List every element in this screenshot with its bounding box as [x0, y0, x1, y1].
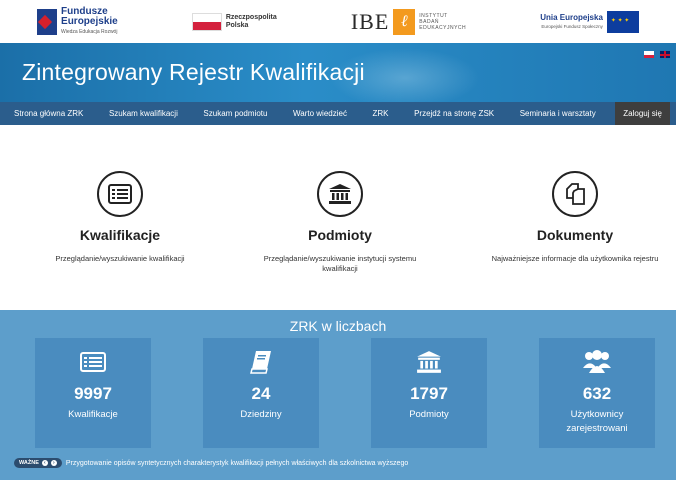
ibe-logo: IBE ℓ INSTYTUT BADAŃ EDUKACYJNYCH [350, 8, 467, 35]
stat-users[interactable]: 632 Użytkownicy zarejestrowani [539, 338, 655, 448]
institution-icon[interactable] [317, 171, 363, 217]
stats-title: ZRK w liczbach [289, 318, 387, 334]
stats-section: ZRK w liczbach 9997 Kwalifikacje 24 Dzie… [0, 310, 676, 480]
stat-label: Kwalifikacje [68, 409, 118, 420]
feature-title[interactable]: Podmioty [230, 227, 450, 243]
fe-sub: Wiedza Edukacja Rozwój [61, 28, 118, 35]
nav-zrk[interactable]: ZRK [367, 109, 395, 118]
feature-qualifications[interactable]: Kwalifikacje Przeglądanie/wyszukiwanie k… [10, 125, 230, 264]
unia-europejska-logo: Unia Europejska Europejski Fundusz Społe… [540, 10, 639, 33]
stat-label: Dziedziny [240, 409, 282, 420]
feature-documents[interactable]: Dokumenty Najważniejsze informacje dla u… [465, 125, 676, 264]
stat-number: 632 [582, 384, 612, 403]
stat-qualifications[interactable]: 9997 Kwalifikacje [35, 338, 151, 448]
login-button[interactable]: Zaloguj się [615, 102, 670, 125]
ue-line1: Unia Europejska [540, 12, 603, 22]
nav-home[interactable]: Strona główna ZRK [8, 109, 89, 118]
stat-entities[interactable]: 1797 Podmioty [371, 338, 487, 448]
badge-label: WAŻNE [19, 460, 39, 466]
fundusze-europejskie-logo: Fundusze Europejskie Wiedza Edukacja Roz… [37, 5, 118, 37]
news-ticker: WAŻNE ‹ › Przygotowanie opisów syntetycz… [14, 458, 408, 468]
fe-emblem-icon [37, 8, 58, 35]
important-badge: WAŻNE ‹ › [14, 458, 62, 468]
ibe-text: IBE [350, 8, 390, 34]
feature-section: Kwalifikacje Przeglądanie/wyszukiwanie k… [0, 125, 676, 310]
news-link[interactable]: Przygotowanie opisów syntetycznych chara… [66, 460, 408, 467]
site-banner: Zintegrowany Rejestr Kwalifikacji [0, 43, 676, 102]
fe-line1: Fundusze [61, 5, 108, 17]
nav-worth-knowing[interactable]: Warto wiedzieć [287, 109, 353, 118]
lang-pl-icon[interactable] [644, 51, 654, 58]
ibe-sub3: EDUKACYJNYCH [419, 24, 467, 31]
ibe-emblem-icon: ℓ [393, 8, 416, 35]
feature-description: Przeglądanie/wyszukiwanie kwalifikacji [55, 254, 185, 263]
stat-label: Podmioty [409, 409, 449, 420]
nav-go-to-zsk[interactable]: Przejdź na stronę ZSK [408, 109, 500, 118]
language-switcher [644, 51, 670, 58]
feature-description: Przeglądanie/wyszukiwanie instytucji sys… [263, 254, 417, 273]
stat-label: Użytkownicy zarejestrowani [566, 409, 628, 434]
stat-number: 9997 [74, 384, 112, 403]
polish-flag-icon [191, 12, 222, 31]
nav-search-entity[interactable]: Szukam podmiotu [197, 109, 273, 118]
next-arrow-icon[interactable]: › [50, 460, 57, 466]
prev-arrow-icon[interactable]: ‹ [41, 460, 48, 466]
institution-icon [371, 350, 487, 374]
ue-sub: Europejski Fundusz Społeczny [541, 23, 603, 29]
eu-flag-icon [606, 10, 639, 33]
list-icon [35, 350, 151, 374]
list-icon[interactable] [97, 171, 143, 217]
main-nav: Strona główna ZRK Szukam kwalifikacji Sz… [0, 102, 676, 125]
rzeczpospolita-polska-logo: Rzeczpospolita Polska [191, 12, 277, 31]
nav-seminars[interactable]: Seminaria i warsztaty [514, 109, 602, 118]
feature-title[interactable]: Dokumenty [465, 227, 676, 243]
lang-en-icon[interactable] [660, 51, 670, 58]
feature-description: Najważniejsze informacje dla użytkownika… [491, 254, 659, 263]
stat-number: 1797 [410, 384, 448, 403]
fe-line2: Europejskie [61, 15, 118, 27]
pl-line1: Rzeczpospolita [225, 13, 277, 21]
stat-number: 24 [251, 384, 271, 403]
partner-logos: Fundusze Europejskie Wiedza Edukacja Roz… [0, 0, 676, 43]
nav-search-qualifications[interactable]: Szukam kwalifikacji [103, 109, 184, 118]
documents-icon[interactable] [552, 171, 598, 217]
feature-entities[interactable]: Podmioty Przeglądanie/wyszukiwanie insty… [230, 125, 450, 274]
users-icon [539, 350, 655, 374]
pl-line2: Polska [225, 21, 249, 29]
stat-domains[interactable]: 24 Dziedziny [203, 338, 319, 448]
feature-title[interactable]: Kwalifikacje [10, 227, 230, 243]
book-icon [203, 350, 319, 374]
site-title[interactable]: Zintegrowany Rejestr Kwalifikacji [22, 59, 365, 86]
